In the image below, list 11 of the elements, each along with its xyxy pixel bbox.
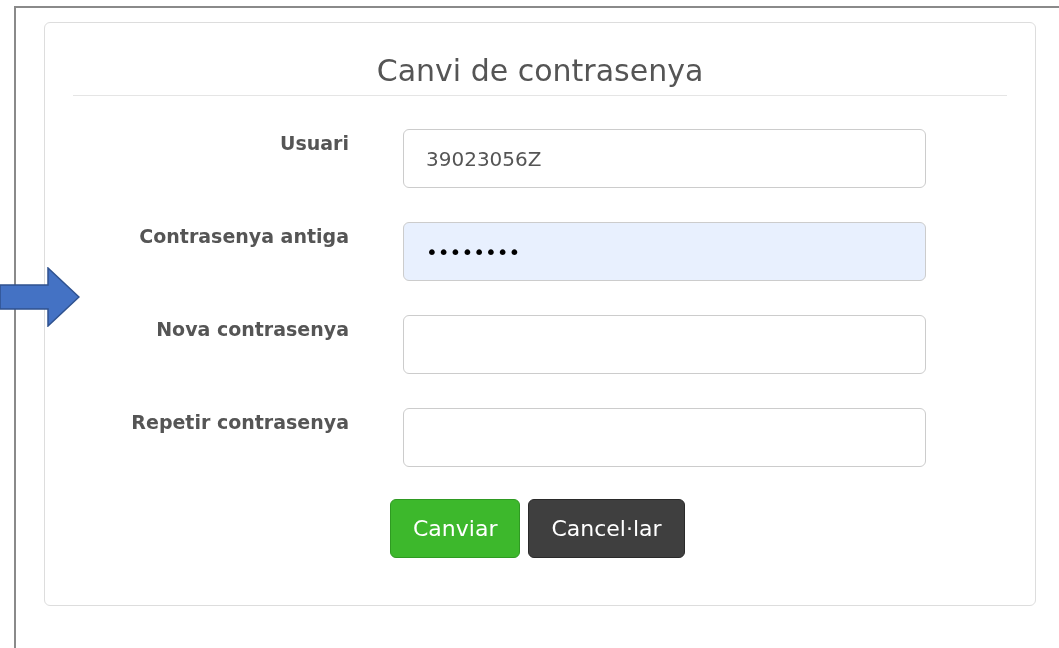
input-field[interactable]: 39023056Z [403,129,926,188]
input-field[interactable] [403,408,926,467]
field-label: Repetir contrasenya [130,410,349,434]
cancel-button[interactable]: Cancel·lar [528,499,685,558]
form-title: Canvi de contrasenya [375,53,705,89]
arrow-icon [0,267,80,327]
field-label: Nova contrasenya [155,317,349,341]
input-field[interactable] [403,315,926,374]
field-label: Contrasenya antiga [138,224,349,248]
field-label: Usuari [279,131,349,155]
input-field[interactable]: •••••••• [403,222,926,281]
